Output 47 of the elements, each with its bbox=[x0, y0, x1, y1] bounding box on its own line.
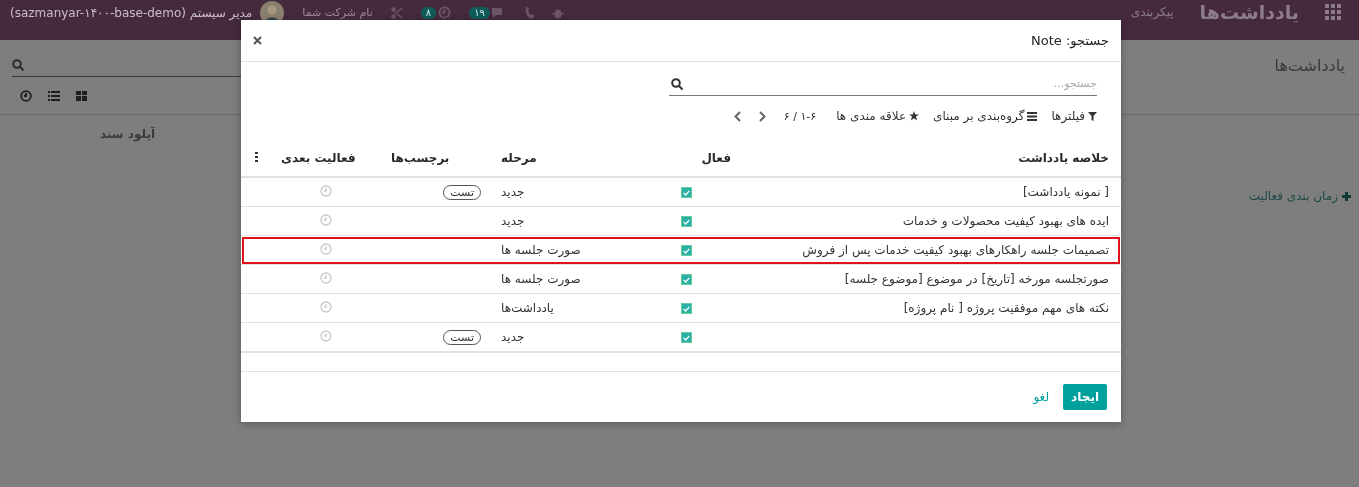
filters-button[interactable]: فیلترها bbox=[1051, 109, 1097, 123]
scissors-icon[interactable] bbox=[390, 6, 403, 19]
plus-icon[interactable] bbox=[1342, 191, 1351, 201]
table-cell: نکته های مهم موفقیت پروژه [ نام پروژه] bbox=[903, 301, 1109, 315]
table-cell: جدید bbox=[501, 214, 525, 228]
column-header[interactable]: برچسب‌ها bbox=[381, 140, 491, 177]
favorites-button[interactable]: علاقه مندی ها bbox=[836, 109, 920, 123]
kanban-icon[interactable] bbox=[76, 91, 87, 101]
breadcrumb: یادداشت‌ها bbox=[1274, 55, 1345, 75]
table-cell: [ نمونه یادداشت] bbox=[1022, 185, 1109, 199]
count-badge: ۱۹ bbox=[469, 6, 490, 19]
count-badge: ۸ bbox=[420, 6, 437, 19]
user-name[interactable]: مدیر سیستم (sazmanyar-۱۴۰۰-base-demo) bbox=[10, 5, 253, 20]
app-title: یادداشت‌ها bbox=[1199, 0, 1299, 23]
dialog-title: جستجو: Note bbox=[1031, 33, 1109, 48]
apps-grid-icon[interactable] bbox=[1325, 3, 1341, 20]
upload-header: آپلود سند bbox=[100, 127, 155, 144]
table-cell: صورت جلسه ها bbox=[501, 243, 581, 257]
table-cell: ایده های بهبود کیفیت محصولات و خدمات bbox=[902, 214, 1109, 228]
column-header[interactable]: فعال bbox=[631, 140, 741, 177]
table-cell: یادداشت‌ها bbox=[501, 301, 554, 315]
search-icon bbox=[12, 58, 24, 71]
company-name[interactable]: نام شرکت شما bbox=[302, 5, 373, 20]
list-icon bbox=[1027, 111, 1038, 121]
more-options-icon[interactable] bbox=[254, 152, 258, 162]
search-field[interactable]: جستجو... bbox=[669, 72, 1097, 96]
table-cell: تصمیمات جلسه راهکارهای بهبود کیفیت خدمات پس از فروش bbox=[802, 243, 1109, 257]
star-icon bbox=[909, 111, 920, 121]
clock-icon[interactable] bbox=[438, 6, 452, 19]
table-cell: صورتجلسه مورخه [تاریخ] در موضوع [موضوع جلسه] bbox=[844, 272, 1109, 286]
table-cell: جدید bbox=[501, 330, 525, 344]
list-icon[interactable] bbox=[48, 91, 60, 101]
table-cell: صورت جلسه ها bbox=[501, 272, 581, 286]
highlighted-row[interactable]: تصمیمات جلسه راهکارهای بهبود کیفیت خدمات پس از فروش صورت جلسه ها bbox=[241, 235, 1121, 265]
column-header[interactable]: مرحله bbox=[491, 140, 631, 177]
table-cell: جدید bbox=[501, 185, 525, 199]
phone-icon[interactable] bbox=[523, 6, 534, 19]
filter-icon bbox=[1088, 111, 1097, 121]
close-icon[interactable] bbox=[253, 36, 262, 45]
group-by-button[interactable]: گروه‌بندی بر مبنای bbox=[933, 109, 1038, 123]
search-icon bbox=[671, 78, 683, 90]
column-header[interactable]: فعالیت بعدی bbox=[271, 140, 381, 177]
clock-icon[interactable] bbox=[20, 90, 32, 102]
previous-icon[interactable] bbox=[733, 110, 741, 122]
column-header[interactable]: خلاصه یادداشت bbox=[741, 140, 1121, 177]
next-icon[interactable] bbox=[758, 110, 766, 122]
pager-value: ۱-۶ / ۶ bbox=[783, 109, 817, 123]
